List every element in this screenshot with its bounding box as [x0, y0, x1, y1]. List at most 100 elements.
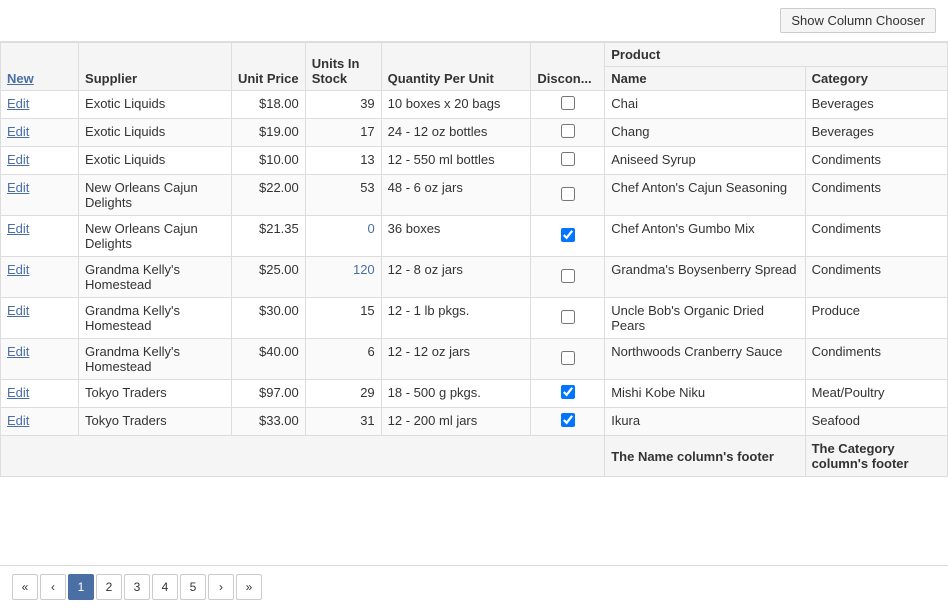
footer-product-name: The Name column's footer: [605, 436, 805, 477]
edit-link[interactable]: Edit: [7, 413, 29, 428]
discontinued-cell: [531, 147, 605, 175]
discontinued-cell: [531, 408, 605, 436]
grid-wrapper: New Supplier Unit Price Units In Stock Q…: [0, 41, 948, 565]
product-name-cell: Grandma's Boysenberry Spread: [605, 257, 805, 298]
edit-link[interactable]: Edit: [7, 385, 29, 400]
unit-price-cell: $22.00: [231, 175, 305, 216]
unit-price-cell: $18.00: [231, 91, 305, 119]
product-name-cell: Northwoods Cranberry Sauce: [605, 339, 805, 380]
discontinued-checkbox[interactable]: [561, 310, 575, 324]
pagination-prev[interactable]: ‹: [40, 574, 66, 600]
show-column-chooser-button[interactable]: Show Column Chooser: [780, 8, 936, 33]
discontinued-cell: [531, 119, 605, 147]
category-cell: Condiments: [805, 147, 947, 175]
units-in-stock-cell: 6: [305, 339, 381, 380]
supplier-cell: Grandma Kelly's Homestead: [79, 298, 232, 339]
app-container: Show Column Chooser New Supplier: [0, 0, 948, 608]
edit-link[interactable]: Edit: [7, 303, 29, 318]
category-cell: Meat/Poultry: [805, 380, 947, 408]
edit-cell: Edit: [1, 257, 79, 298]
category-cell: Beverages: [805, 91, 947, 119]
pagination: « ‹ 1 2 3 4 5 › »: [0, 565, 948, 608]
qty-per-unit-cell: 12 - 8 oz jars: [381, 257, 531, 298]
product-name-cell: Uncle Bob's Organic Dried Pears: [605, 298, 805, 339]
edit-link[interactable]: Edit: [7, 262, 29, 277]
edit-link[interactable]: Edit: [7, 180, 29, 195]
supplier-cell: Grandma Kelly's Homestead: [79, 257, 232, 298]
unit-price-cell: $30.00: [231, 298, 305, 339]
discontinued-checkbox[interactable]: [561, 187, 575, 201]
pagination-last[interactable]: »: [236, 574, 262, 600]
units-in-stock-cell: 0: [305, 216, 381, 257]
units-in-stock-cell: 13: [305, 147, 381, 175]
supplier-cell: Tokyo Traders: [79, 380, 232, 408]
pagination-first[interactable]: «: [12, 574, 38, 600]
qty-per-unit-cell: 36 boxes: [381, 216, 531, 257]
edit-cell: Edit: [1, 119, 79, 147]
discontinued-cell: [531, 298, 605, 339]
discontinued-checkbox[interactable]: [561, 413, 575, 427]
edit-link[interactable]: Edit: [7, 152, 29, 167]
discontinued-checkbox[interactable]: [561, 152, 575, 166]
discontinued-cell: [531, 216, 605, 257]
supplier-cell: Exotic Liquids: [79, 91, 232, 119]
edit-link[interactable]: Edit: [7, 221, 29, 236]
edit-cell: Edit: [1, 175, 79, 216]
product-name-cell: Ikura: [605, 408, 805, 436]
discontinued-checkbox[interactable]: [561, 385, 575, 399]
discontinued-checkbox[interactable]: [561, 124, 575, 138]
pagination-page-2[interactable]: 2: [96, 574, 122, 600]
col-header-qty-per-unit: Quantity Per Unit: [381, 43, 531, 91]
supplier-cell: New Orleans Cajun Delights: [79, 216, 232, 257]
data-grid: New Supplier Unit Price Units In Stock Q…: [0, 42, 948, 477]
edit-link[interactable]: Edit: [7, 96, 29, 111]
category-cell: Condiments: [805, 257, 947, 298]
units-in-stock-cell: 53: [305, 175, 381, 216]
footer-category: The Category column's footer: [805, 436, 947, 477]
discontinued-checkbox[interactable]: [561, 351, 575, 365]
units-in-stock-cell: 29: [305, 380, 381, 408]
discontinued-cell: [531, 380, 605, 408]
pagination-next[interactable]: ›: [208, 574, 234, 600]
qty-per-unit-cell: 24 - 12 oz bottles: [381, 119, 531, 147]
units-in-stock-cell: 15: [305, 298, 381, 339]
category-cell: Condiments: [805, 175, 947, 216]
supplier-cell: Grandma Kelly's Homestead: [79, 339, 232, 380]
col-header-product-group: Product: [605, 43, 948, 67]
table-row: EditTokyo Traders$97.002918 - 500 g pkgs…: [1, 380, 948, 408]
product-name-cell: Chef Anton's Cajun Seasoning: [605, 175, 805, 216]
qty-per-unit-cell: 18 - 500 g pkgs.: [381, 380, 531, 408]
edit-cell: Edit: [1, 216, 79, 257]
pagination-page-5[interactable]: 5: [180, 574, 206, 600]
product-name-cell: Chai: [605, 91, 805, 119]
table-row: EditNew Orleans Cajun Delights$22.005348…: [1, 175, 948, 216]
category-cell: Beverages: [805, 119, 947, 147]
col-header-units-in-stock: Units In Stock: [305, 43, 381, 91]
discontinued-cell: [531, 339, 605, 380]
supplier-cell: Exotic Liquids: [79, 119, 232, 147]
discontinued-checkbox[interactable]: [561, 96, 575, 110]
supplier-cell: Exotic Liquids: [79, 147, 232, 175]
edit-link[interactable]: Edit: [7, 124, 29, 139]
table-row: EditGrandma Kelly's Homestead$40.00612 -…: [1, 339, 948, 380]
edit-cell: Edit: [1, 339, 79, 380]
edit-cell: Edit: [1, 380, 79, 408]
pagination-page-3[interactable]: 3: [124, 574, 150, 600]
qty-per-unit-cell: 12 - 12 oz jars: [381, 339, 531, 380]
edit-link[interactable]: Edit: [7, 344, 29, 359]
discontinued-checkbox[interactable]: [561, 228, 575, 242]
supplier-cell: New Orleans Cajun Delights: [79, 175, 232, 216]
unit-price-cell: $33.00: [231, 408, 305, 436]
new-link[interactable]: New: [7, 71, 34, 86]
edit-cell: Edit: [1, 91, 79, 119]
pagination-page-1[interactable]: 1: [68, 574, 94, 600]
qty-per-unit-cell: 12 - 1 lb pkgs.: [381, 298, 531, 339]
col-header-discontinued: Discon...: [531, 43, 605, 91]
table-row: EditGrandma Kelly's Homestead$25.0012012…: [1, 257, 948, 298]
discontinued-checkbox[interactable]: [561, 269, 575, 283]
unit-price-cell: $10.00: [231, 147, 305, 175]
toolbar: Show Column Chooser: [0, 0, 948, 41]
discontinued-cell: [531, 257, 605, 298]
pagination-page-4[interactable]: 4: [152, 574, 178, 600]
edit-cell: Edit: [1, 408, 79, 436]
